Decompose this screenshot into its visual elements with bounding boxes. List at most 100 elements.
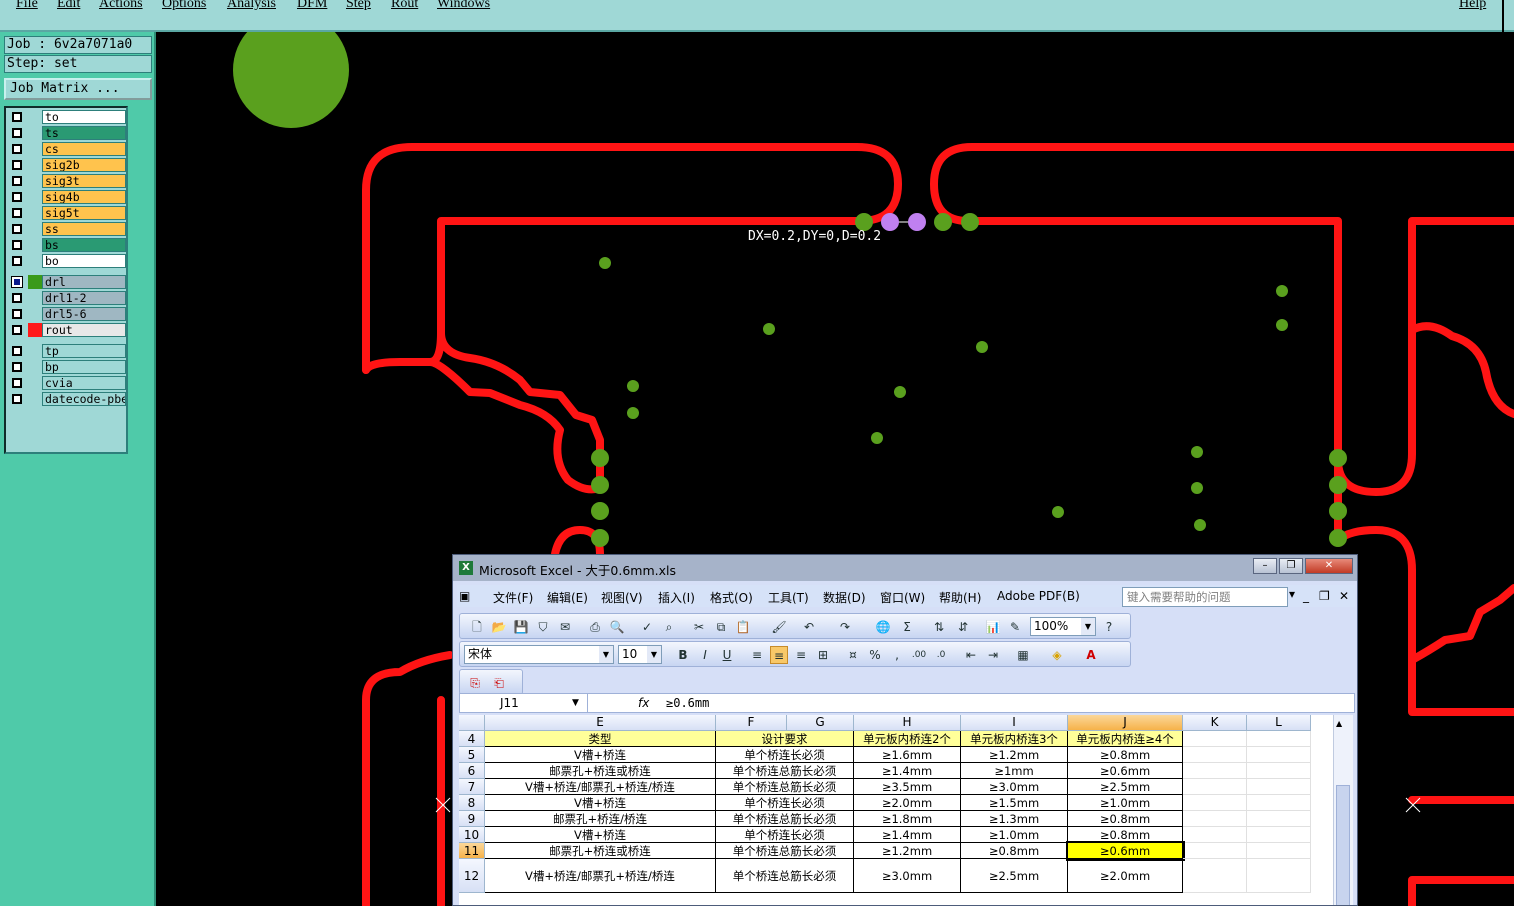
cell-empty[interactable] bbox=[1183, 747, 1247, 763]
layer-name[interactable]: to bbox=[42, 110, 126, 124]
cell-empty[interactable] bbox=[1247, 843, 1311, 859]
autosum-icon[interactable]: Σ bbox=[898, 618, 916, 636]
font-color-icon[interactable]: A bbox=[1082, 646, 1100, 664]
cell-H[interactable]: ≥1.8mm bbox=[854, 811, 961, 827]
doc-restore-icon[interactable]: ❐ bbox=[1319, 589, 1330, 603]
menu-options[interactable]: Options bbox=[162, 0, 206, 12]
menu-edit[interactable]: Edit bbox=[57, 0, 80, 12]
row-header[interactable]: 6 bbox=[459, 763, 485, 779]
excel-window[interactable]: X Microsoft Excel - 大于0.6mm.xls – ❐ ✕ ▣ … bbox=[452, 554, 1358, 906]
help-dropdown-icon[interactable]: ▾ bbox=[1289, 587, 1295, 601]
menu-analysis[interactable]: Analysis bbox=[227, 0, 276, 12]
cell-I[interactable]: ≥1.0mm bbox=[961, 827, 1068, 843]
cell-E[interactable]: V槽+桥连 bbox=[485, 827, 716, 843]
layer-name[interactable]: sig2b bbox=[42, 158, 126, 172]
cell-E[interactable]: V槽+桥连 bbox=[485, 747, 716, 763]
layer-name[interactable]: ts bbox=[42, 126, 126, 140]
layer-name[interactable]: datecode-pbe bbox=[42, 392, 126, 406]
cell-F[interactable]: 单个桥连长必须 bbox=[716, 747, 854, 763]
fill-color-icon[interactable]: ◈ bbox=[1048, 646, 1066, 664]
layer-color-swatch[interactable] bbox=[28, 174, 42, 188]
cell-F[interactable]: 单个桥连总筋长必须 bbox=[716, 779, 854, 795]
cell-H[interactable]: ≥2.0mm bbox=[854, 795, 961, 811]
zoom-select[interactable]: 100% ▼ bbox=[1030, 617, 1096, 636]
cell-F[interactable]: 单个桥连总筋长必须 bbox=[716, 843, 854, 859]
row-header[interactable]: 12 bbox=[459, 859, 485, 893]
decrease-indent-icon[interactable]: ⇤ bbox=[962, 646, 980, 664]
layer-color-swatch[interactable] bbox=[28, 158, 42, 172]
cell-H[interactable]: ≥1.4mm bbox=[854, 763, 961, 779]
cell-empty[interactable] bbox=[1183, 859, 1247, 893]
cell-H[interactable]: ≥1.2mm bbox=[854, 843, 961, 859]
layer-name[interactable]: drl bbox=[42, 275, 126, 289]
open-icon[interactable]: 📂 bbox=[490, 618, 508, 636]
cell-J[interactable]: 单元板内桥连≥4个 bbox=[1068, 731, 1183, 747]
cell-E[interactable]: 邮票孔+桥连或桥连 bbox=[485, 763, 716, 779]
restore-button[interactable]: ❐ bbox=[1279, 558, 1303, 574]
cell-empty[interactable] bbox=[1183, 843, 1247, 859]
layer-name[interactable]: bp bbox=[42, 360, 126, 374]
layer-checkbox[interactable] bbox=[12, 144, 22, 154]
cell-I[interactable]: 单元板内桥连3个 bbox=[961, 731, 1068, 747]
layer-checkbox[interactable] bbox=[12, 112, 22, 122]
layer-checkbox[interactable] bbox=[12, 128, 22, 138]
cell-H[interactable]: ≥1.4mm bbox=[854, 827, 961, 843]
pdf-email-icon[interactable]: ⎗ bbox=[490, 674, 508, 692]
layer-name[interactable]: drl5-6 bbox=[42, 307, 126, 321]
layer-name[interactable]: rout bbox=[42, 323, 126, 337]
cut-icon[interactable]: ✂ bbox=[690, 618, 708, 636]
font-size-select[interactable]: 10 ▼ bbox=[618, 645, 662, 664]
layer-checkbox[interactable] bbox=[12, 378, 22, 388]
name-box[interactable]: J11 bbox=[460, 694, 588, 712]
layer-color-swatch[interactable] bbox=[28, 360, 42, 374]
cell-J[interactable]: ≥1.0mm bbox=[1068, 795, 1183, 811]
excel-titlebar[interactable]: X Microsoft Excel - 大于0.6mm.xls – ❐ ✕ bbox=[453, 555, 1357, 581]
undo-icon[interactable]: ↶ bbox=[800, 618, 818, 636]
layer-name[interactable]: drl1-2 bbox=[42, 291, 126, 305]
layer-row-ss[interactable]: ss bbox=[8, 222, 126, 236]
cell-J[interactable]: ≥0.8mm bbox=[1068, 747, 1183, 763]
layer-name[interactable]: ss bbox=[42, 222, 126, 236]
menu-file-cn[interactable]: 文件(F) bbox=[493, 589, 533, 606]
cell-J[interactable]: ≥2.5mm bbox=[1068, 779, 1183, 795]
menu-file[interactable]: File bbox=[16, 0, 38, 12]
layer-checkbox[interactable] bbox=[12, 176, 22, 186]
menu-edit-cn[interactable]: 编辑(E) bbox=[547, 589, 588, 606]
layer-name[interactable]: sig3t bbox=[42, 174, 126, 188]
copy-icon[interactable]: ⧉ bbox=[712, 618, 730, 636]
layer-row-cvia[interactable]: cvia bbox=[8, 376, 126, 390]
layer-color-swatch[interactable] bbox=[28, 222, 42, 236]
cell-empty[interactable] bbox=[1247, 795, 1311, 811]
cell-empty[interactable] bbox=[1247, 811, 1311, 827]
layer-row-bo[interactable]: bo bbox=[8, 254, 126, 268]
doc-close-icon[interactable]: ✕ bbox=[1339, 589, 1349, 603]
layer-color-swatch[interactable] bbox=[28, 238, 42, 252]
layer-color-swatch[interactable] bbox=[28, 344, 42, 358]
layer-row-drl[interactable]: drl bbox=[8, 275, 126, 289]
layer-name[interactable]: tp bbox=[42, 344, 126, 358]
email-icon[interactable]: ✉ bbox=[556, 618, 574, 636]
layer-row-rout[interactable]: rout bbox=[8, 323, 126, 337]
cell-I[interactable]: ≥1.5mm bbox=[961, 795, 1068, 811]
layer-row-tp[interactable]: tp bbox=[8, 344, 126, 358]
layer-color-swatch[interactable] bbox=[28, 190, 42, 204]
row-header[interactable]: 4 bbox=[459, 731, 485, 747]
select-all-corner[interactable] bbox=[459, 715, 485, 731]
name-box-dropdown-icon[interactable]: ▼ bbox=[572, 694, 579, 712]
row-header[interactable]: 11 bbox=[459, 843, 485, 859]
layer-row-bp[interactable]: bp bbox=[8, 360, 126, 374]
cell-J[interactable]: ≥0.8mm bbox=[1068, 811, 1183, 827]
cell-empty[interactable] bbox=[1247, 859, 1311, 893]
layer-row-drl1-2[interactable]: drl1-2 bbox=[8, 291, 126, 305]
help-icon[interactable]: ? bbox=[1100, 618, 1118, 636]
layer-checkbox[interactable] bbox=[12, 293, 22, 303]
paste-icon[interactable]: 📋 bbox=[734, 618, 752, 636]
underline-icon[interactable]: U bbox=[718, 646, 736, 664]
layer-color-swatch[interactable] bbox=[28, 254, 42, 268]
doc-minimize-icon[interactable]: _ bbox=[1303, 589, 1309, 603]
increase-decimal-icon[interactable]: .00 bbox=[910, 646, 928, 664]
research-icon[interactable]: ⌕ bbox=[660, 618, 678, 636]
cell-I[interactable]: ≥3.0mm bbox=[961, 779, 1068, 795]
job-matrix-button[interactable]: Job Matrix ... bbox=[4, 78, 152, 100]
row-header[interactable]: 10 bbox=[459, 827, 485, 843]
